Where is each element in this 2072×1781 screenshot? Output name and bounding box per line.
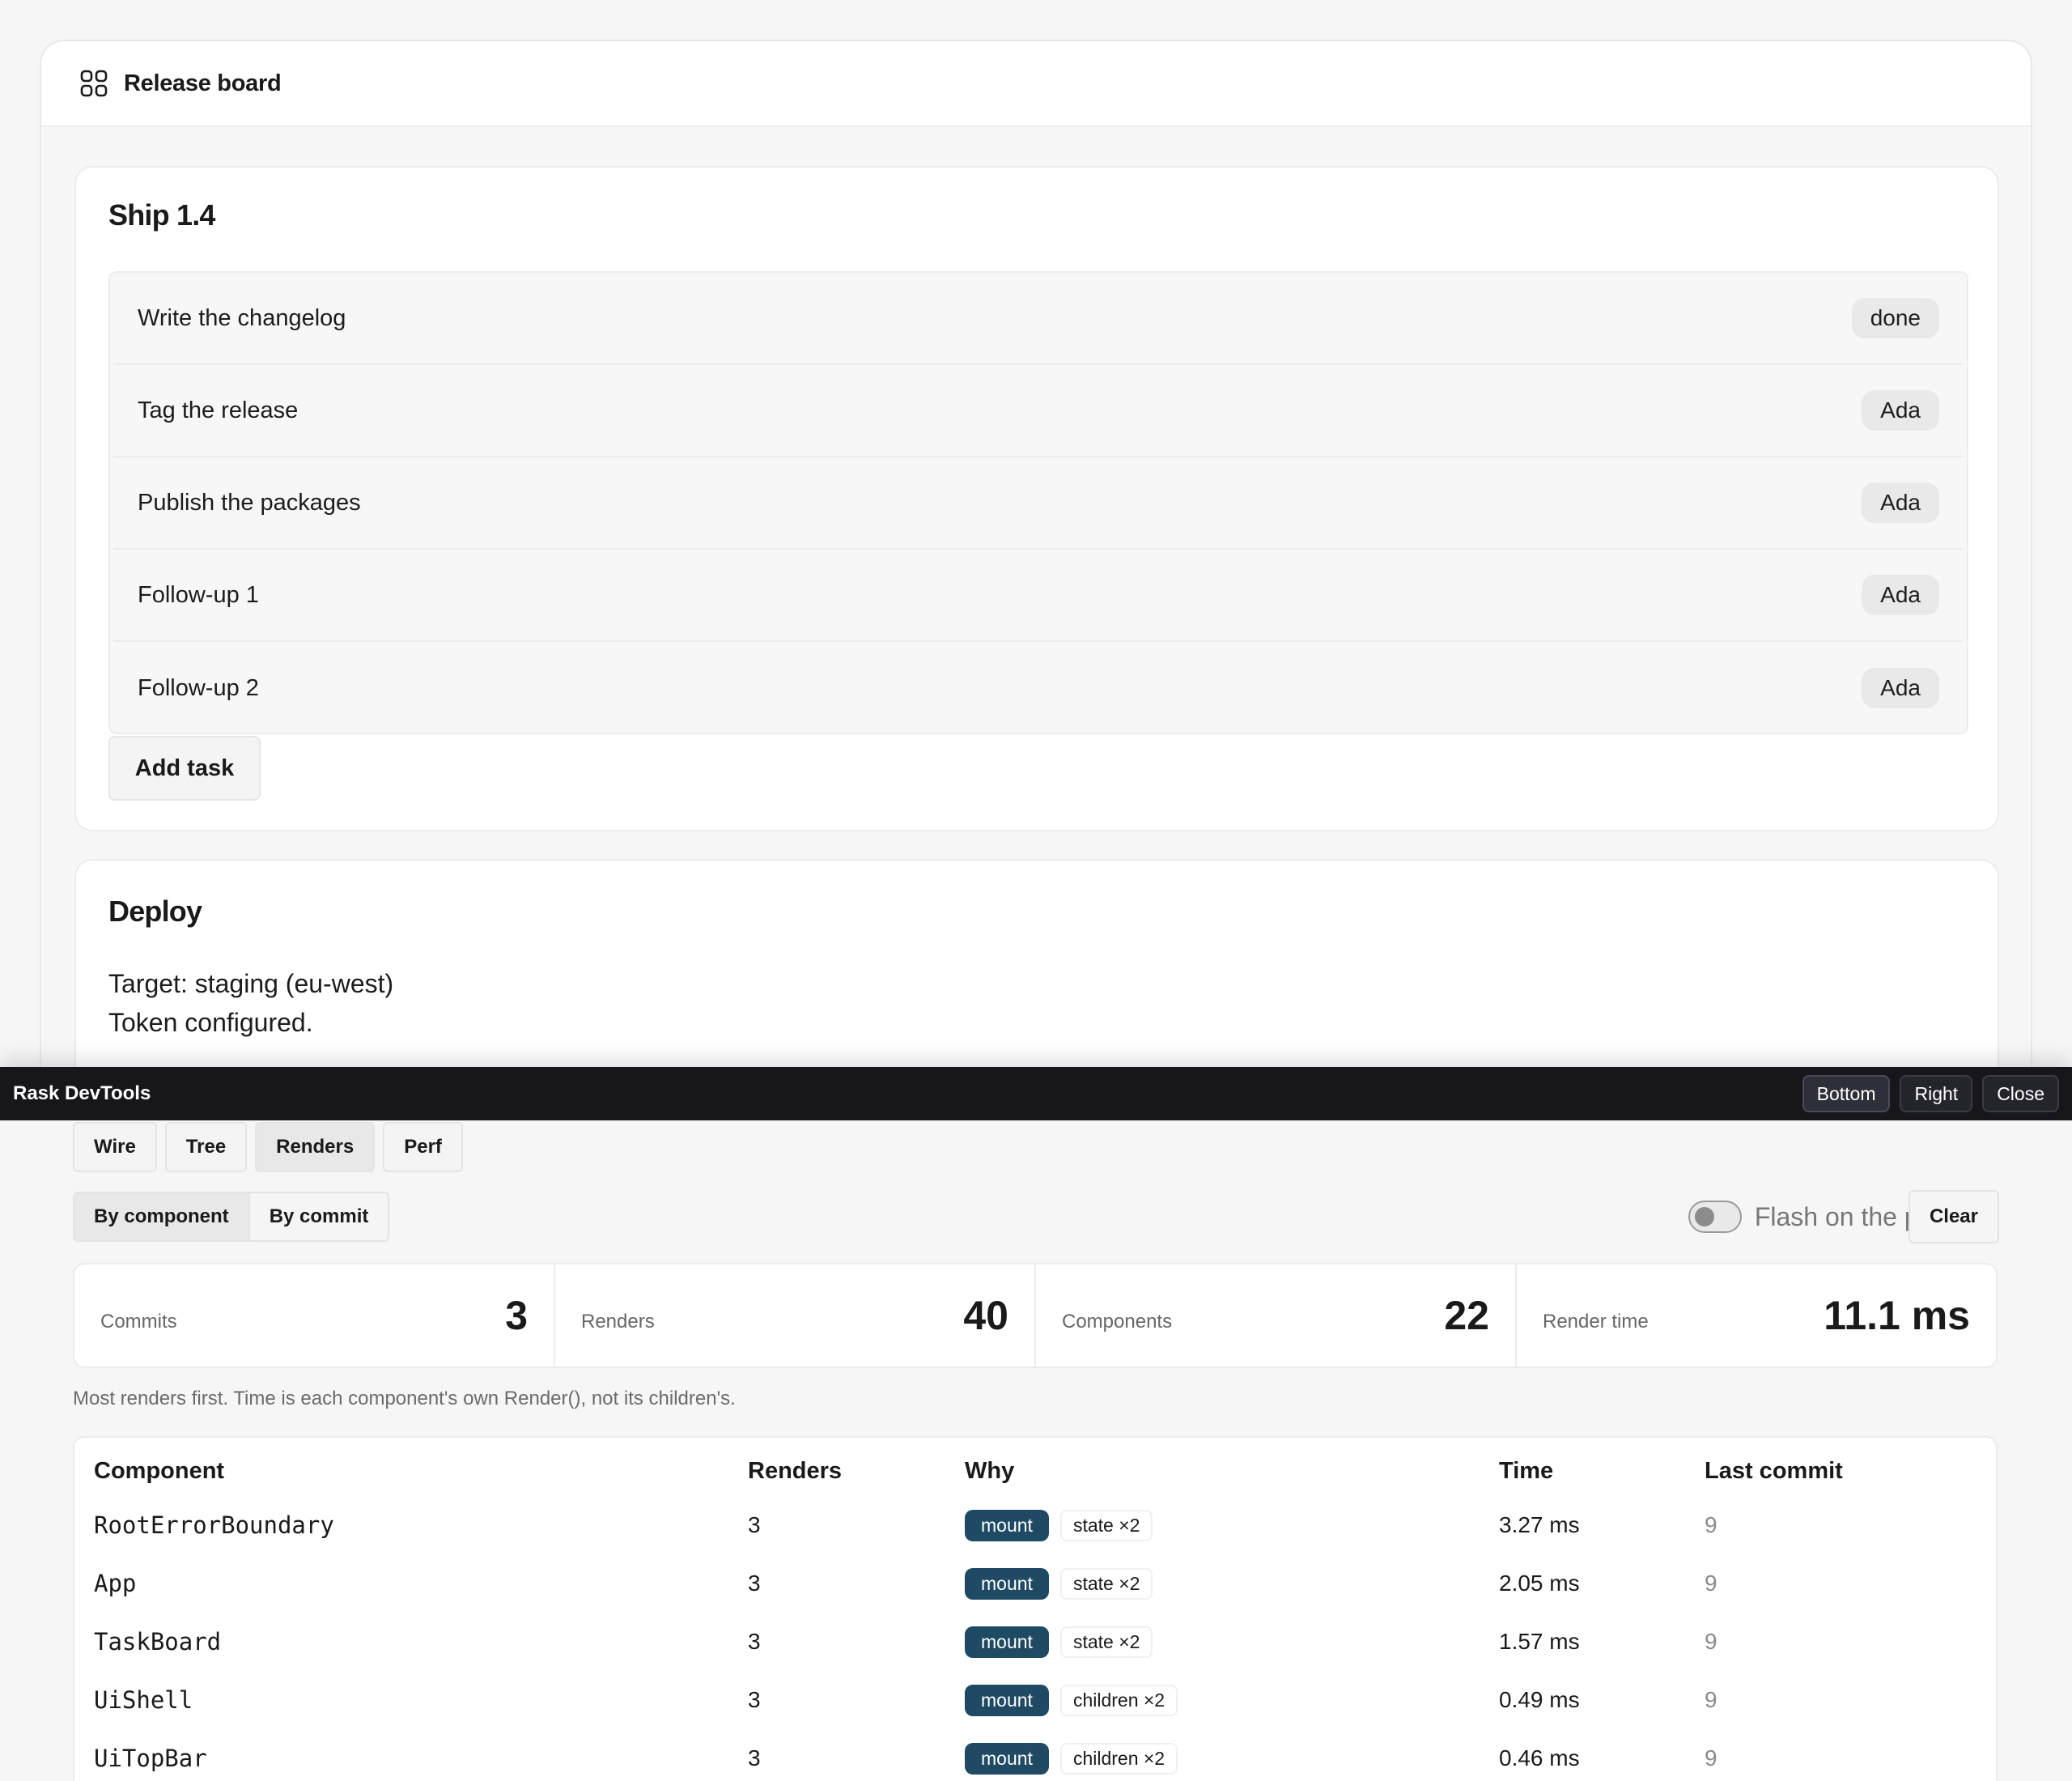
task-label: Publish the packages <box>138 489 361 516</box>
dock-right-button[interactable]: Right <box>1900 1075 1973 1112</box>
last-commit: 9 <box>1705 1629 1717 1654</box>
app-title: Release board <box>124 70 282 96</box>
render-time: 0.46 ms <box>1499 1745 1580 1770</box>
task-row[interactable]: Follow-up 1 Ada <box>113 550 1964 642</box>
stat-render-time: Render time 11.1 ms <box>1517 1265 1996 1367</box>
column-header-why[interactable]: Why <box>965 1438 1499 1496</box>
deploy-token-status: Token configured. <box>108 1008 313 1037</box>
stat-value: 22 <box>1444 1293 1489 1338</box>
dock-bottom-button[interactable]: Bottom <box>1802 1075 1891 1112</box>
component-name: TaskBoard <box>94 1628 222 1656</box>
stat-label: Commits <box>100 1311 177 1333</box>
app-header: Release board <box>41 41 2031 127</box>
stat-renders: Renders 40 <box>555 1265 1036 1367</box>
task-label: Follow-up 2 <box>138 674 259 701</box>
task-assignee-badge: Ada <box>1862 482 1939 523</box>
tab-perf[interactable]: Perf <box>383 1122 463 1172</box>
reason-mount-pill: mount <box>965 1742 1049 1775</box>
task-assignee-badge: Ada <box>1862 575 1939 615</box>
stat-commits: Commits 3 <box>74 1265 555 1367</box>
task-row[interactable]: Publish the packages Ada <box>113 457 1964 550</box>
renders-table: Component Renders Why Time Last commit R… <box>74 1438 1996 1781</box>
last-commit: 9 <box>1705 1745 1717 1770</box>
view-by-component-button[interactable]: By component <box>73 1192 250 1242</box>
render-count: 3 <box>748 1745 761 1770</box>
task-assignee-badge: Ada <box>1862 668 1939 708</box>
devtools-title: Rask DevTools <box>13 1082 151 1104</box>
render-count: 3 <box>748 1512 761 1537</box>
task-list: Write the changelog done Tag the release… <box>108 271 1968 734</box>
reason-mount-pill: mount <box>965 1684 1049 1716</box>
task-assignee-badge: Ada <box>1862 390 1939 431</box>
table-row[interactable]: RootErrorBoundary 3 mount state ×2 3.27 m… <box>74 1496 1996 1554</box>
stats-summary: Commits 3 Renders 40 Components 22 Rende… <box>73 1263 1998 1368</box>
stat-value: 11.1 ms <box>1824 1293 1970 1338</box>
tab-wire[interactable]: Wire <box>73 1122 157 1172</box>
reason-mount-pill: mount <box>965 1567 1049 1600</box>
stat-components: Components 22 <box>1036 1265 1517 1367</box>
table-row[interactable]: UiTopBar 3 mount children ×2 0.46 ms 9 <box>74 1729 1996 1781</box>
stat-label: Components <box>1062 1311 1173 1333</box>
table-row[interactable]: TaskBoard 3 mount state ×2 1.57 ms 9 <box>74 1613 1996 1671</box>
tab-renders[interactable]: Renders <box>255 1122 376 1172</box>
deploy-card-title: Deploy <box>108 895 202 928</box>
deploy-target: Target: staging (eu-west) <box>108 969 394 998</box>
render-time: 0.49 ms <box>1499 1687 1580 1712</box>
tab-tree[interactable]: Tree <box>164 1122 248 1172</box>
reason-pill: children ×2 <box>1059 1742 1178 1775</box>
ship-card-title: Ship 1.4 <box>108 198 215 232</box>
component-name: App <box>94 1570 137 1597</box>
renders-table-card: Component Renders Why Time Last commit R… <box>73 1436 1998 1781</box>
column-header-component[interactable]: Component <box>74 1438 748 1496</box>
ship-card: Ship 1.4 Write the changelog done Tag th… <box>74 166 1999 831</box>
stat-label: Render time <box>1543 1311 1649 1333</box>
render-count: 3 <box>748 1687 761 1712</box>
table-row[interactable]: UiShell 3 mount children ×2 0.49 ms 9 <box>74 1671 1996 1729</box>
component-name: RootErrorBoundary <box>94 1511 334 1539</box>
view-by-commit-button[interactable]: By commit <box>249 1192 390 1242</box>
renders-note: Most renders first. Time is each compone… <box>73 1388 736 1409</box>
task-status-badge: done <box>1851 298 1939 338</box>
task-label: Write the changelog <box>138 304 346 331</box>
render-count: 3 <box>748 1629 761 1654</box>
reason-mount-pill: mount <box>965 1509 1049 1541</box>
stat-value: 40 <box>963 1293 1008 1338</box>
table-header-row: Component Renders Why Time Last commit <box>74 1438 1996 1496</box>
reason-pill: state ×2 <box>1059 1509 1153 1541</box>
component-name: UiTopBar <box>94 1745 207 1772</box>
grid-icon <box>80 70 108 97</box>
last-commit: 9 <box>1705 1571 1717 1596</box>
render-time: 2.05 ms <box>1499 1571 1580 1596</box>
app-window: Release board Ship 1.4 Write the changel… <box>40 40 2032 1173</box>
stat-value: 3 <box>505 1293 528 1338</box>
component-name: UiShell <box>94 1686 193 1714</box>
view-mode-toggle: By component By commit <box>73 1192 390 1242</box>
render-count: 3 <box>748 1571 761 1596</box>
column-header-time[interactable]: Time <box>1499 1438 1705 1496</box>
table-row[interactable]: App 3 mount state ×2 2.05 ms 9 <box>74 1554 1996 1613</box>
render-time: 3.27 ms <box>1499 1512 1580 1537</box>
reason-mount-pill: mount <box>965 1626 1049 1658</box>
clear-button[interactable]: Clear <box>1908 1190 1999 1243</box>
last-commit: 9 <box>1705 1687 1717 1712</box>
devtools-tabs: Wire Tree Renders Perf <box>73 1122 463 1172</box>
render-time: 1.57 ms <box>1499 1629 1580 1654</box>
task-row[interactable]: Write the changelog done <box>113 273 1964 365</box>
flash-toggle[interactable] <box>1688 1201 1742 1233</box>
task-label: Tag the release <box>138 397 299 423</box>
reason-pill: state ×2 <box>1059 1626 1153 1658</box>
task-row[interactable]: Tag the release Ada <box>113 365 1964 457</box>
devtools-panel: Rask DevTools Bottom Right Close Wire Tr… <box>0 1067 2072 1781</box>
add-task-button[interactable]: Add task <box>108 736 261 801</box>
close-devtools-button[interactable]: Close <box>1982 1075 2059 1112</box>
task-row[interactable]: Follow-up 2 Ada <box>113 642 1964 733</box>
column-header-renders[interactable]: Renders <box>748 1438 965 1496</box>
column-header-last-commit[interactable]: Last commit <box>1705 1438 1996 1496</box>
stat-label: Renders <box>581 1311 655 1333</box>
last-commit: 9 <box>1705 1512 1717 1537</box>
reason-pill: state ×2 <box>1059 1567 1153 1600</box>
task-label: Follow-up 1 <box>138 581 259 608</box>
reason-pill: children ×2 <box>1059 1684 1178 1716</box>
devtools-titlebar: Rask DevTools Bottom Right Close <box>0 1067 2072 1120</box>
